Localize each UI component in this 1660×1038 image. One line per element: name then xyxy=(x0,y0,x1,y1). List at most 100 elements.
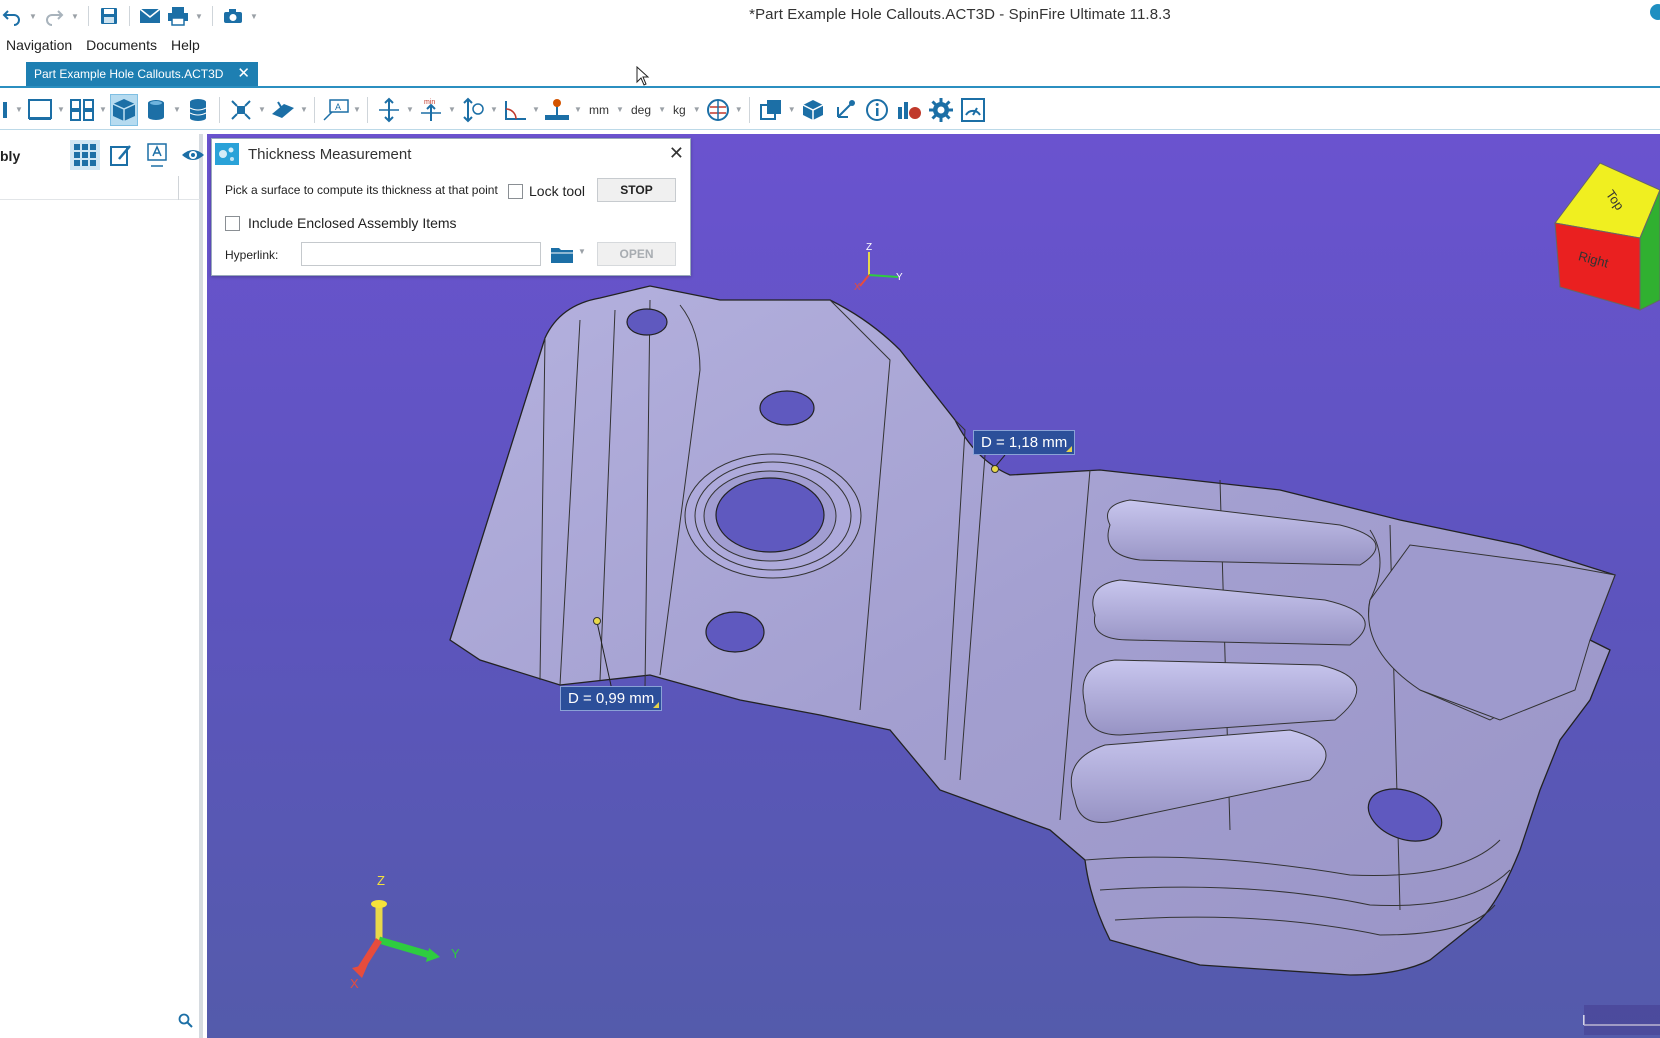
open-button[interactable]: OPEN xyxy=(597,242,676,266)
separator xyxy=(219,96,220,123)
dropdown-arrow[interactable]: ▼ xyxy=(489,94,499,126)
search-icon[interactable] xyxy=(178,1013,194,1034)
dropdown-arrow[interactable]: ▼ xyxy=(447,94,457,126)
cylinder-icon[interactable] xyxy=(142,94,170,126)
thickness-tool-icon xyxy=(215,143,239,165)
dropdown-arrow[interactable]: ▼ xyxy=(734,94,744,126)
globe-options-icon[interactable] xyxy=(704,94,732,126)
measure-minmax-icon[interactable]: min xyxy=(417,94,445,126)
stop-button[interactable]: STOP xyxy=(597,178,676,202)
menu-bar: Navigation Documents Help xyxy=(0,32,208,58)
dropdown-arrow[interactable]: ▼ xyxy=(615,94,625,126)
assembly-panel-icons xyxy=(70,140,208,170)
column-divider[interactable] xyxy=(178,176,179,200)
assembly-tree-header xyxy=(0,176,200,200)
menu-navigation[interactable]: Navigation xyxy=(0,32,80,58)
dialog-header: Thickness Measurement ✕ xyxy=(212,139,692,169)
folder-dropdown[interactable]: ▼ xyxy=(578,247,586,256)
assembly-icon[interactable] xyxy=(799,94,827,126)
include-enclosed-label: Include Enclosed Assembly Items xyxy=(248,215,457,231)
svg-text:Y: Y xyxy=(896,272,903,283)
dropdown-arrow[interactable]: ▼ xyxy=(56,94,66,126)
single-view-icon[interactable] xyxy=(26,94,54,126)
axis-triad: Z Y X xyxy=(350,873,460,991)
main-toolbar: ▼ ▼ ▼ ▼ ▼ ▼ A ▼ ▼ min ▼ ▼ ▼ ▼ mm ▼ deg ▼… xyxy=(0,90,1660,130)
document-tab-strip: Part Example Hole Callouts.ACT3D ✕ xyxy=(0,62,1660,88)
separator xyxy=(314,96,315,123)
view-icon[interactable] xyxy=(2,94,12,126)
close-tab-icon[interactable]: ✕ xyxy=(237,66,250,81)
dropdown-arrow[interactable]: ▼ xyxy=(352,94,362,126)
axis-icon[interactable] xyxy=(831,94,859,126)
grid-view-icon[interactable] xyxy=(70,140,100,170)
close-icon[interactable]: ✕ xyxy=(669,143,684,164)
measure-thickness-icon[interactable] xyxy=(459,94,487,126)
unit-mass[interactable]: kg xyxy=(667,103,692,117)
thickness-label-2[interactable]: D = 0,99 mm xyxy=(560,686,663,711)
separator xyxy=(748,96,750,123)
view-cube[interactable]: Top Right xyxy=(1554,162,1660,311)
unit-length[interactable]: mm xyxy=(583,103,615,117)
dropdown-arrow[interactable]: ▼ xyxy=(299,94,309,126)
explode-icon[interactable] xyxy=(227,94,255,126)
measure-angle-icon[interactable] xyxy=(501,94,529,126)
menu-help[interactable]: Help xyxy=(165,32,208,58)
dropdown-arrow[interactable]: ▼ xyxy=(14,94,24,126)
center-axis-triad: Z Y X xyxy=(854,242,903,293)
title-bar: ▼ ▼ ▼ ▼ *Part Example Hole Callouts.ACT3… xyxy=(0,0,1660,32)
dropdown-arrow[interactable]: ▼ xyxy=(573,94,583,126)
svg-text:X: X xyxy=(350,976,359,991)
unit-angle[interactable]: deg xyxy=(625,103,657,117)
tab-label: Part Example Hole Callouts.ACT3D xyxy=(34,67,224,81)
dropdown-arrow[interactable]: ▼ xyxy=(787,94,797,126)
svg-text:X: X xyxy=(854,282,861,293)
thickness-label-1[interactable]: D = 1,18 mm xyxy=(973,430,1076,455)
dropdown-arrow[interactable]: ▼ xyxy=(692,94,702,126)
dropdown-arrow[interactable]: ▼ xyxy=(98,94,108,126)
annotation-icon[interactable]: A xyxy=(322,94,350,126)
dropdown-arrow[interactable]: ▼ xyxy=(257,94,267,126)
window-title: *Part Example Hole Callouts.ACT3D - Spin… xyxy=(749,6,1171,23)
thickness-measurement-dialog: Thickness Measurement ✕ Pick a surface t… xyxy=(211,138,691,276)
account-icon[interactable] xyxy=(1650,4,1660,20)
settings-gear-icon[interactable] xyxy=(927,94,955,126)
spinfire-window: ▼ ▼ ▼ ▼ *Part Example Hole Callouts.ACT3… xyxy=(0,0,1660,1038)
folder-icon[interactable] xyxy=(548,242,576,266)
measure-distance-icon[interactable] xyxy=(375,94,403,126)
visibility-eye-icon[interactable] xyxy=(178,140,208,170)
text-label-icon[interactable] xyxy=(142,140,172,170)
separator xyxy=(367,96,368,123)
svg-text:Y: Y xyxy=(451,946,460,961)
dropdown-arrow[interactable]: ▼ xyxy=(657,94,667,126)
dropdown-arrow[interactable]: ▼ xyxy=(405,94,415,126)
assembly-panel-header: bly xyxy=(0,134,204,174)
svg-text:Z: Z xyxy=(377,873,385,888)
svg-text:Z: Z xyxy=(866,242,872,253)
database-icon[interactable] xyxy=(184,94,212,126)
info-icon[interactable] xyxy=(863,94,891,126)
mouse-cursor-icon xyxy=(636,66,650,86)
assembly-panel-title: bly xyxy=(0,148,21,164)
lock-tool-checkbox[interactable] xyxy=(508,184,523,199)
dropdown-arrow[interactable]: ▼ xyxy=(172,94,182,126)
edit-icon[interactable] xyxy=(106,140,136,170)
measure-point-icon[interactable] xyxy=(543,94,571,126)
dropdown-arrow[interactable]: ▼ xyxy=(531,94,541,126)
compare-icon[interactable] xyxy=(757,94,785,126)
hyperlink-label: Hyperlink: xyxy=(225,248,279,262)
statistics-icon[interactable] xyxy=(895,94,923,126)
assembly-panel: bly xyxy=(0,134,204,1038)
svg-text:A: A xyxy=(335,102,341,112)
svg-text:min: min xyxy=(424,99,435,106)
tab-part-example[interactable]: Part Example Hole Callouts.ACT3D ✕ xyxy=(26,62,258,86)
hyperlink-input[interactable] xyxy=(301,242,541,266)
shaded-cube-icon[interactable] xyxy=(110,93,138,126)
include-enclosed-checkbox[interactable] xyxy=(225,216,240,231)
multi-view-icon[interactable] xyxy=(68,94,96,126)
section-plane-icon[interactable] xyxy=(269,94,297,126)
instruction-text: Pick a surface to compute its thickness … xyxy=(225,183,498,197)
lock-tool-label: Lock tool xyxy=(529,183,586,199)
dialog-title: Thickness Measurement xyxy=(248,146,412,163)
performance-icon[interactable] xyxy=(959,94,987,126)
menu-documents[interactable]: Documents xyxy=(80,32,165,58)
